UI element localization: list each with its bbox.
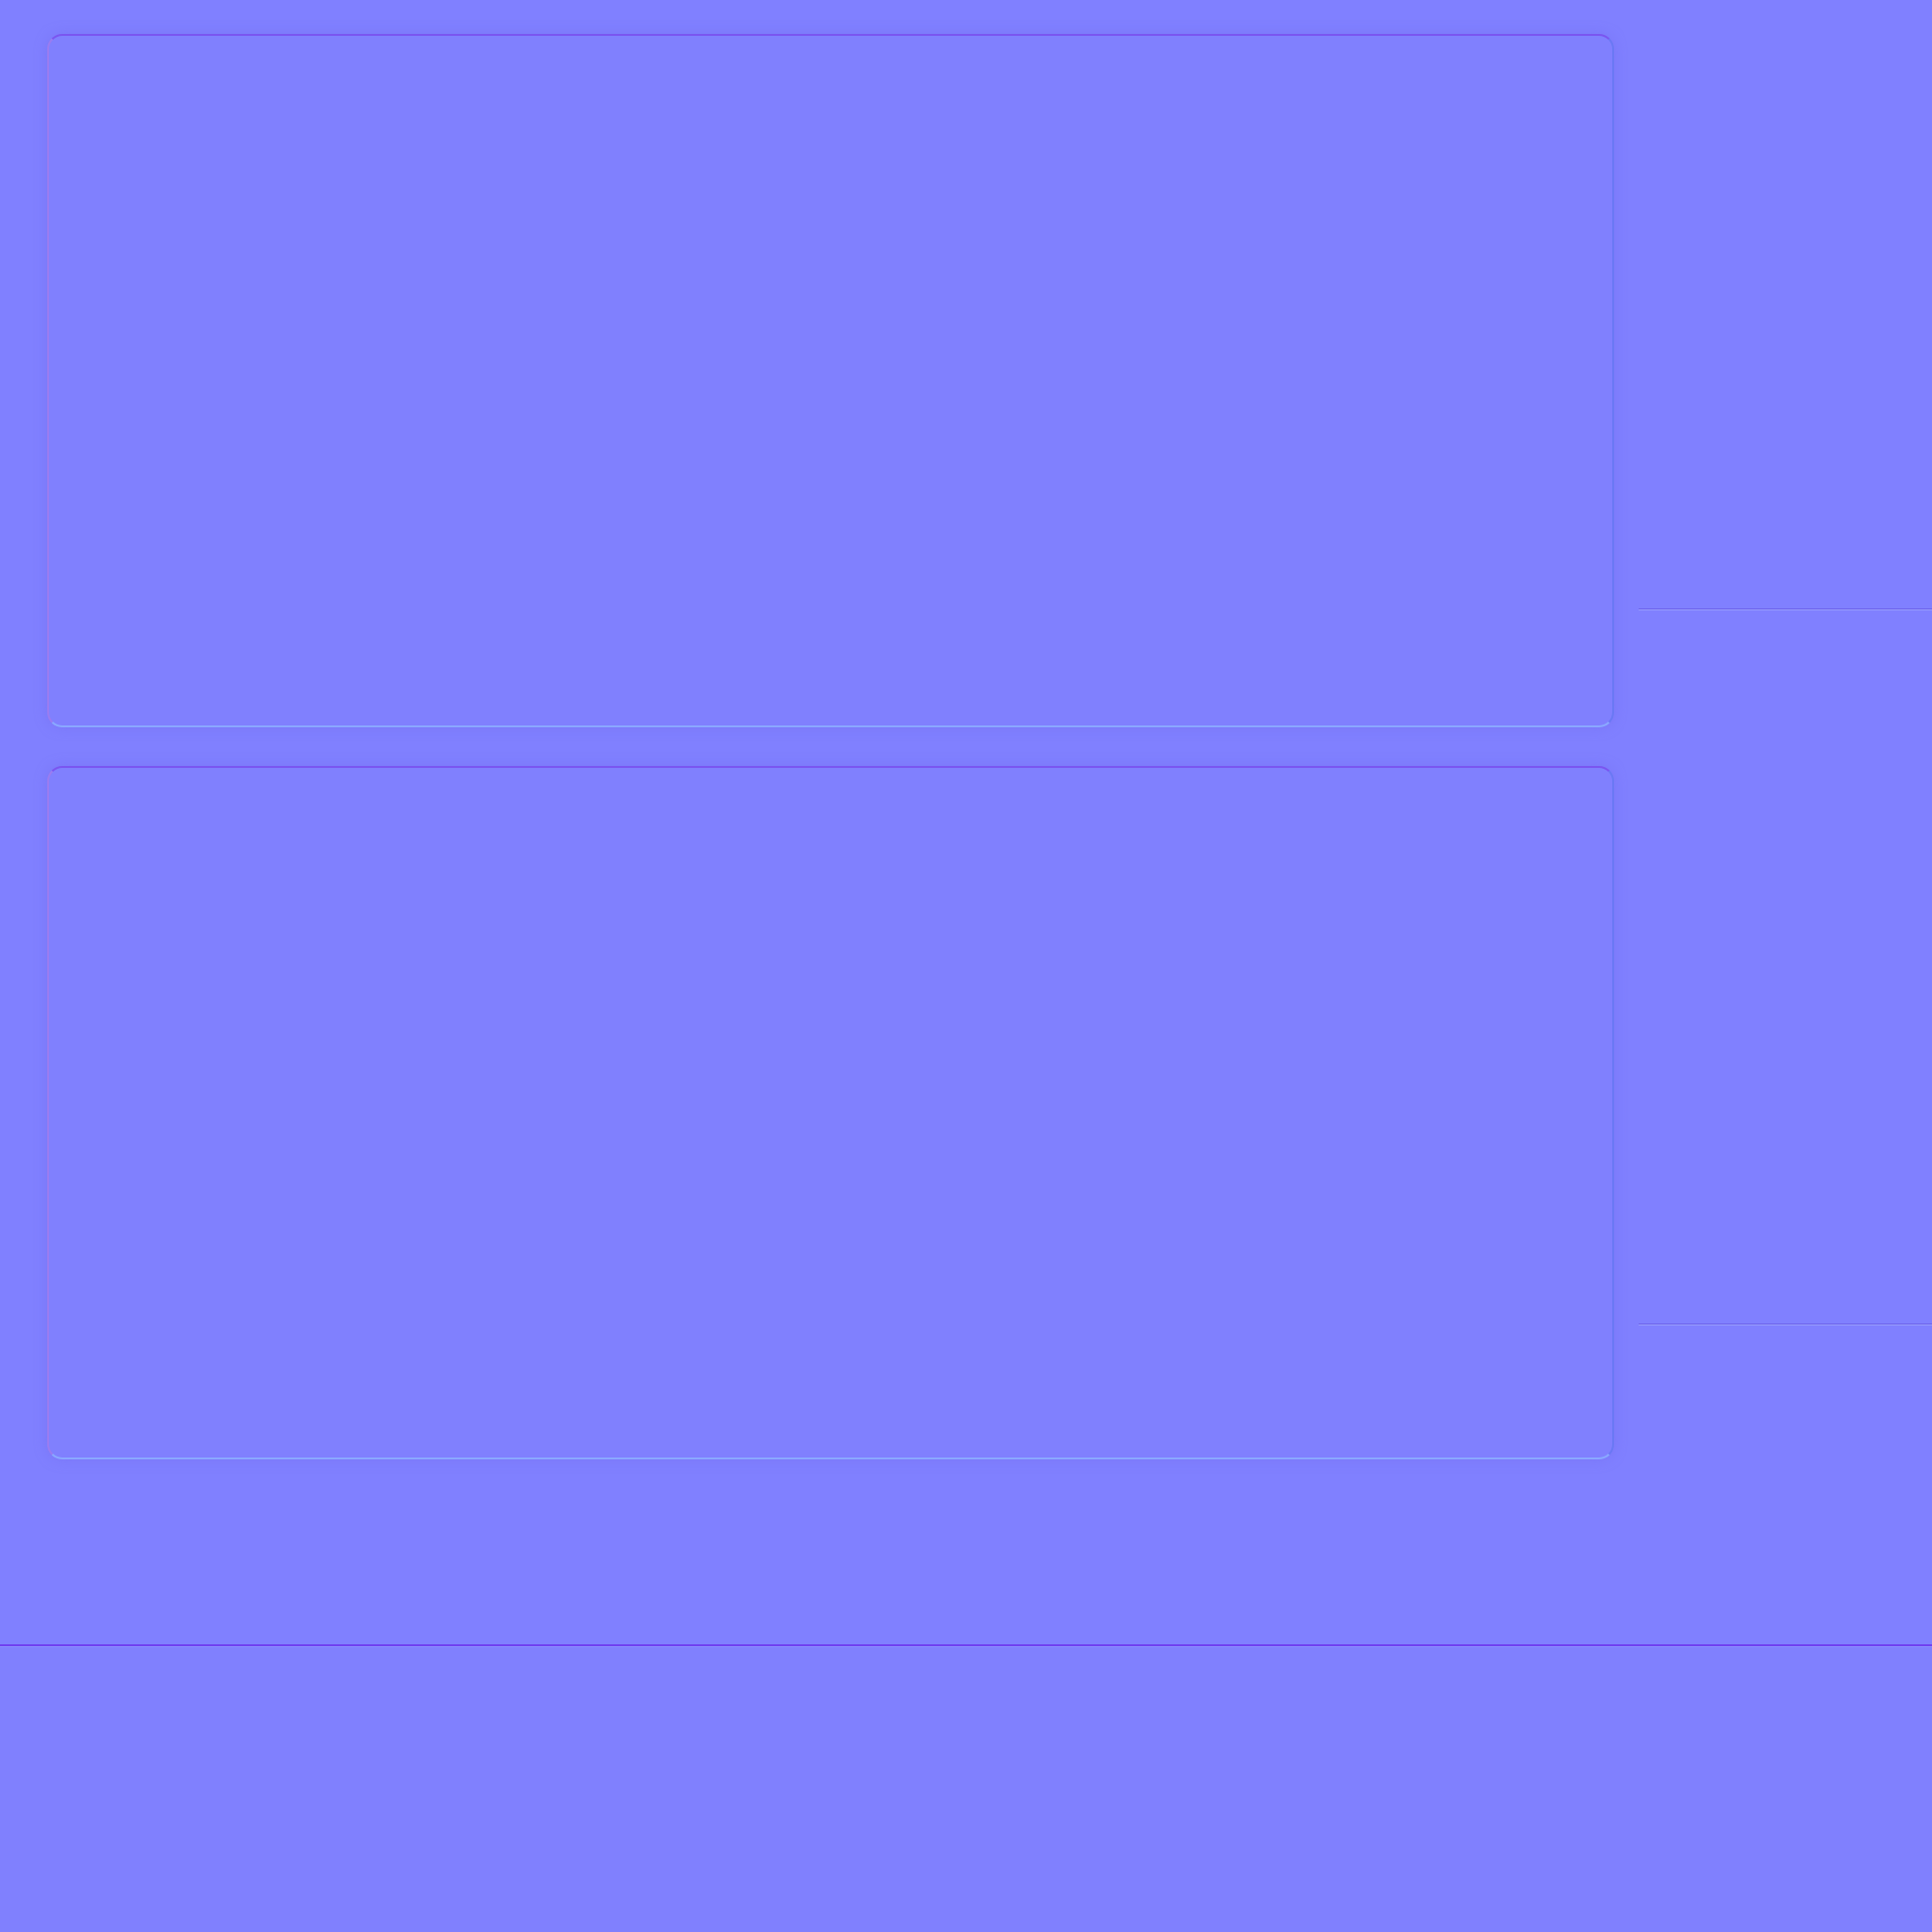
horizontal-divider [0,1644,1932,1647]
upper-panel [47,34,1614,727]
footer-area [0,1648,1932,1932]
canvas [0,0,1932,1932]
lower-panel [47,766,1614,1459]
upper-ledge-line [1639,608,1932,610]
lower-ledge-line [1639,1324,1932,1325]
